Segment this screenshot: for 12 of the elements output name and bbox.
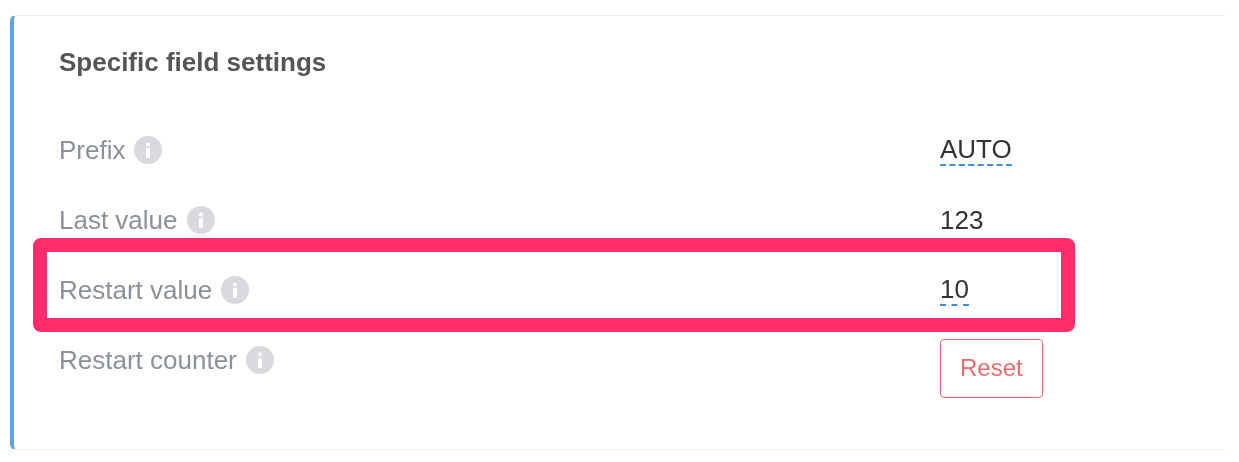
editable-value[interactable]: AUTO — [940, 134, 1012, 166]
field-label: Prefix — [59, 133, 126, 167]
info-icon — [245, 346, 274, 374]
editable-value[interactable]: 10 — [940, 274, 969, 306]
info-icon — [186, 206, 215, 234]
field-label: Restart counter — [59, 343, 237, 377]
info-icon — [134, 136, 163, 164]
field-value: 123 — [940, 203, 984, 237]
field-label: Restart value — [59, 273, 213, 307]
panel-title: Specific field settings — [59, 46, 327, 79]
info-icon — [221, 276, 250, 304]
field-label: Last value — [59, 203, 178, 237]
